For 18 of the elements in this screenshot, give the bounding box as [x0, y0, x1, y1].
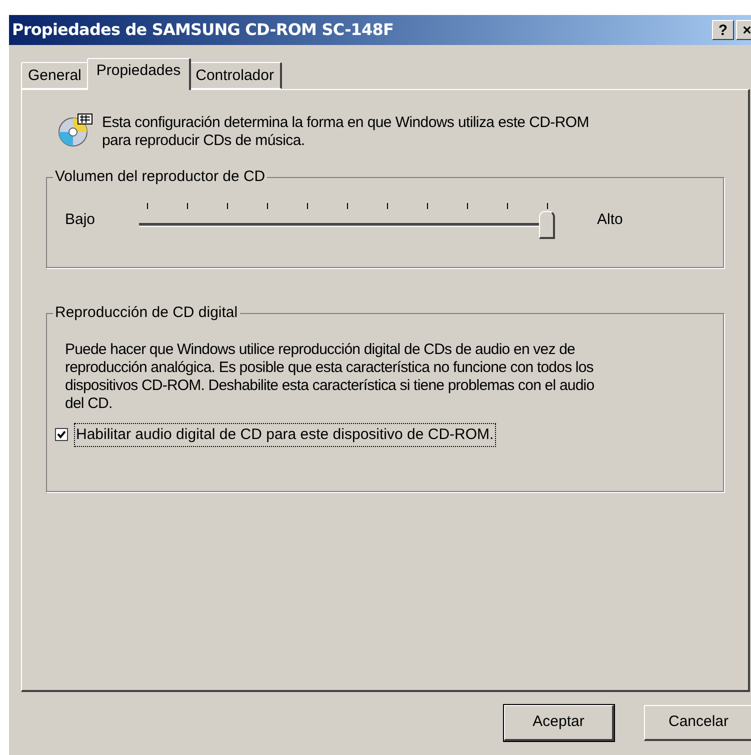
description-text: Puede hacer que Windows utilice reproducción digital de CDs de audio en vez de reproducción analógica. Es posible que esta característica no funcione con todos los dispositivos CD-ROM. Deshabilite esta característica si tiene problemas con el audio del CD. — [65, 340, 596, 412]
group-title: Reproducción de CD digital — [54, 303, 239, 323]
description-text: Esta configuración determina la forma en que Windows utiliza este CD-ROM para reproducir CDs de música. — [102, 114, 590, 150]
cd-music-icon — [58, 112, 94, 148]
window-title: Propiedades de SAMSUNG CD-ROM SC-148F — [12, 19, 394, 41]
close-button[interactable]: × — [736, 20, 751, 40]
help-button[interactable]: ? — [712, 20, 734, 40]
checkbox-label[interactable]: Habilitar audio digital de CD para este dispositivo de CD-ROM. — [74, 422, 496, 447]
slider-label: Alto — [597, 210, 623, 230]
ok-button[interactable]: Aceptar — [504, 705, 614, 741]
slider-thumb[interactable] — [539, 210, 555, 238]
tab[interactable]: Propiedades — [87, 58, 191, 90]
tab[interactable]: Controlador — [188, 62, 282, 89]
cancel-button[interactable]: Cancelar — [644, 705, 751, 741]
group-title: Volumen del reproductor de CD — [54, 167, 266, 187]
slider-label: Bajo — [65, 210, 96, 230]
tab[interactable]: General — [21, 62, 90, 89]
checkbox[interactable] — [55, 428, 68, 442]
